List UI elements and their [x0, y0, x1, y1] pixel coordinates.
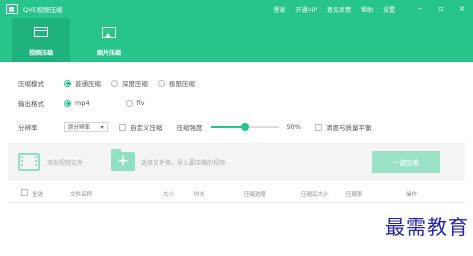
strength-label: 压缩强度 [176, 124, 203, 132]
one-click-compress-button[interactable]: 一键压缩 [372, 151, 440, 173]
resolution-select[interactable]: 原分辨率 [64, 122, 108, 132]
strength-slider[interactable] [210, 123, 279, 131]
compress-mode-label: 压缩模式 [18, 80, 44, 88]
strength-slider-fill [210, 126, 245, 128]
tab-label: 图片压缩 [96, 50, 121, 57]
close-icon[interactable]: × [457, 0, 467, 18]
resolution-row: 分辨率 原分辨率 自定义压缩 压缩强度 50% 清度与质量平衡 [18, 121, 371, 133]
window-controls: – ▫ × [415, 0, 467, 18]
column-ratio: 压缩率 [346, 192, 363, 198]
radio-extreme-compress[interactable]: 极限压缩 [158, 78, 195, 88]
minimize-icon[interactable]: – [415, 0, 425, 18]
radio-flv[interactable]: flv [125, 99, 145, 107]
column-size: 大小 [163, 192, 175, 198]
title-bar: QVE视频压缩 登录 开通VIP 意见反馈 帮助 设置 – ▫ × [0, 0, 473, 18]
feedback-link[interactable]: 意见反馈 [327, 5, 351, 14]
image-icon [102, 27, 116, 38]
compress-mode-row: 压缩模式 普通压缩 深度压缩 极限压缩 [18, 77, 205, 89]
select-all-checkbox[interactable] [21, 189, 28, 196]
film-icon[interactable] [18, 153, 40, 171]
column-duration: 时长 [194, 192, 206, 198]
strength-slider-knob[interactable] [240, 123, 249, 131]
radio-normal-compress[interactable]: 普通压缩 [64, 78, 101, 88]
resolution-label: 分辨率 [18, 124, 38, 132]
tab-video-compress[interactable]: 视频压缩 [12, 18, 70, 62]
custom-compress-checkbox[interactable] [119, 123, 126, 131]
column-actions: 操作 [406, 192, 418, 198]
video-icon [34, 27, 48, 37]
file-table-header: 全选 文件名称 大小 时长 压缩进度 压缩后大小 压缩率 操作 [8, 188, 465, 200]
watermark-text: 最需教育 [385, 215, 469, 239]
chevron-down-icon [100, 126, 104, 129]
tab-band: 视频压缩 图片压缩 [0, 18, 473, 62]
strength-value: 50% [286, 123, 301, 131]
settings-link[interactable]: 设置 [383, 5, 395, 14]
select-folder-button[interactable]: 选择文件夹，导入要压缩的视频 [141, 158, 225, 167]
output-format-row: 输出格式 mp4 flv [18, 97, 155, 109]
table-divider [8, 202, 465, 203]
tab-image-compress[interactable]: 图片压缩 [80, 18, 138, 62]
vip-link[interactable]: 开通VIP [295, 5, 317, 14]
login-link[interactable]: 登录 [273, 5, 285, 14]
tab-label: 视频压缩 [28, 50, 53, 57]
folder-add-icon[interactable] [111, 149, 135, 171]
add-video-file-button[interactable]: 添加视频文件 [47, 158, 83, 167]
column-progress: 压缩进度 [244, 192, 267, 198]
balance-checkbox[interactable] [314, 123, 322, 131]
column-compressed-size: 压缩后大小 [301, 192, 329, 198]
output-format-label: 输出格式 [18, 100, 44, 108]
select-all-label: 全选 [32, 192, 44, 198]
radio-deep-compress[interactable]: 深度压缩 [111, 78, 148, 88]
app-title: QVE视频压缩 [23, 6, 63, 14]
custom-compress-label: 自定义压缩 [130, 124, 163, 132]
maximize-icon[interactable]: ▫ [436, 0, 446, 18]
help-link[interactable]: 帮助 [361, 5, 373, 14]
column-filename: 文件名称 [70, 192, 93, 198]
app-logo-icon [6, 4, 18, 14]
balance-label: 清度与质量平衡 [325, 124, 372, 132]
radio-mp4[interactable]: mp4 [64, 99, 90, 107]
top-menu: 登录 开通VIP 意见反馈 帮助 设置 [273, 0, 395, 18]
action-toolbar: 添加视频文件 选择文件夹，导入要压缩的视频 一键压缩 [8, 143, 465, 181]
